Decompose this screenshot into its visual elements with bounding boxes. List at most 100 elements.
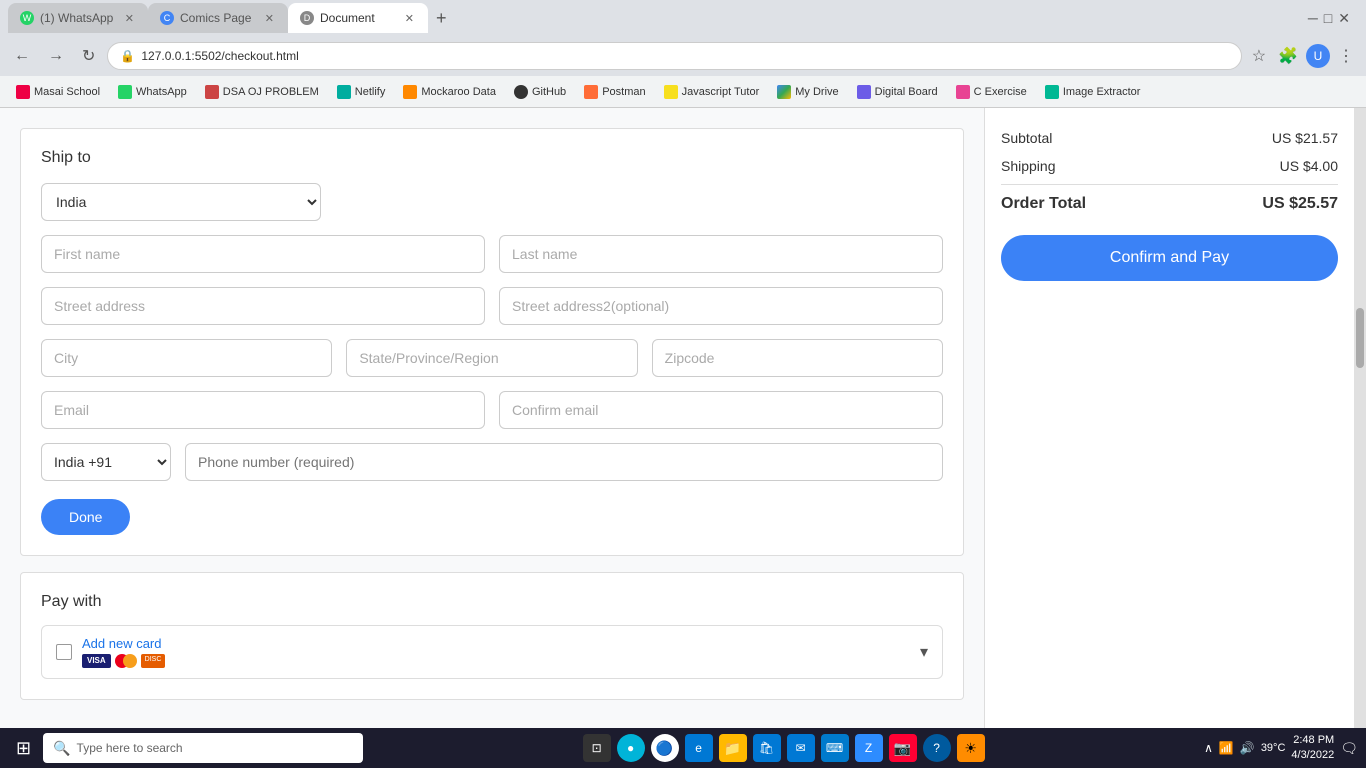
extensions-icon[interactable]: 🧩 <box>1274 42 1302 70</box>
taskbar-clock[interactable]: 2:48 PM 4/3/2022 <box>1291 733 1334 764</box>
bookmark-whatsapp-label: WhatsApp <box>136 86 187 98</box>
drive-icon <box>777 85 791 99</box>
tab-document[interactable]: D Document ✕ <box>288 3 428 33</box>
bookmark-dsa-label: DSA OJ PROBLEM <box>223 86 319 98</box>
phone-row: India +91 USA +1 <box>41 443 943 481</box>
chevron-down-icon: ▾ <box>920 642 928 662</box>
network-icon[interactable]: 📶 <box>1219 741 1234 755</box>
bookmark-netlify[interactable]: Netlify <box>329 82 394 102</box>
done-button[interactable]: Done <box>41 499 130 535</box>
taskbar-icons-area: ⊡ ● 🔵 e 📁 🛍 ✉ ⌨ Z 📷 ? <box>367 734 1200 762</box>
system-tray: ∧ 📶 🔊 39°C 2:48 PM 4/3/2022 🗨 <box>1204 733 1358 764</box>
masai-icon <box>16 85 30 99</box>
bookmark-drive-label: My Drive <box>795 86 838 98</box>
confirm-email-input[interactable] <box>499 391 943 429</box>
add-card-row[interactable]: Add new card VISA DISC ▾ <box>41 625 943 679</box>
bookmark-postman[interactable]: Postman <box>576 82 653 102</box>
tab-comics-close-icon[interactable]: ✕ <box>263 10 276 27</box>
zip-input[interactable] <box>652 339 943 377</box>
name-row <box>41 235 943 273</box>
order-total-label: Order Total <box>1001 195 1086 213</box>
forward-button[interactable]: → <box>42 43 70 69</box>
comics-favicon-icon: C <box>160 11 174 25</box>
taskbar-zoom-icon[interactable]: Z <box>855 734 883 762</box>
bookmark-star-icon[interactable]: ☆ <box>1248 42 1270 70</box>
visa-icon: VISA <box>82 654 111 668</box>
bookmark-github-label: GitHub <box>532 86 566 98</box>
taskbar-vscode-icon[interactable]: ⌨ <box>821 734 849 762</box>
maximize-icon[interactable]: □ <box>1324 10 1332 27</box>
tab-whatsapp-close-icon[interactable]: ✕ <box>123 10 136 27</box>
tab-whatsapp[interactable]: W (1) WhatsApp ✕ <box>8 3 148 33</box>
order-total-value: US $25.57 <box>1262 195 1338 213</box>
taskbar-mail-icon[interactable]: ✉ <box>787 734 815 762</box>
bookmark-imgext[interactable]: Image Extractor <box>1037 82 1149 102</box>
clock-date: 4/3/2022 <box>1291 748 1334 763</box>
sun-icon: ☀ <box>964 740 977 757</box>
add-card-checkbox[interactable] <box>56 644 72 660</box>
refresh-button[interactable]: ↻ <box>76 42 101 70</box>
start-button[interactable]: ⊞ <box>8 734 39 763</box>
taskbar-help-icon[interactable]: ? <box>923 734 951 762</box>
subtotal-row: Subtotal US $21.57 <box>1001 124 1338 152</box>
url-bar[interactable]: 🔒 127.0.0.1:5502/checkout.html <box>107 42 1241 70</box>
github-icon <box>514 85 528 99</box>
city-input[interactable] <box>41 339 332 377</box>
taskbar-search-bar[interactable]: 🔍 Type here to search <box>43 733 363 763</box>
bookmark-github[interactable]: GitHub <box>506 82 574 102</box>
taskbar-store-icon[interactable]: 🛍 <box>753 734 781 762</box>
new-tab-button[interactable]: + <box>428 4 455 33</box>
tab-comics-label: Comics Page <box>180 11 257 25</box>
order-panel: Subtotal US $21.57 Shipping US $4.00 Ord… <box>984 108 1354 728</box>
whatsapp-bm-icon <box>118 85 132 99</box>
address-bar: ← → ↻ 🔒 127.0.0.1:5502/checkout.html ☆ 🧩… <box>0 36 1366 76</box>
email-input[interactable] <box>41 391 485 429</box>
taskbar-explorer-icon[interactable]: 📁 <box>719 734 747 762</box>
state-input[interactable] <box>346 339 637 377</box>
scrollbar-thumb[interactable] <box>1356 308 1364 368</box>
taskbar-weather-icon[interactable]: ☀ <box>957 734 985 762</box>
bookmark-postman-label: Postman <box>602 86 645 98</box>
taskbar-photos-icon[interactable]: 📷 <box>889 734 917 762</box>
volume-icon[interactable]: 🔊 <box>1240 741 1255 755</box>
menu-icon[interactable]: ⋮ <box>1334 42 1358 70</box>
street2-input[interactable] <box>499 287 943 325</box>
back-button[interactable]: ← <box>8 43 36 69</box>
confirm-pay-button[interactable]: Confirm and Pay <box>1001 235 1338 281</box>
taskbar-chrome-icon[interactable]: 🔵 <box>651 734 679 762</box>
taskbar-task-view-icon[interactable]: ⊡ <box>583 734 611 762</box>
profile-icon[interactable]: U <box>1306 44 1330 68</box>
phone-input[interactable] <box>185 443 943 481</box>
bookmark-mockaroo-label: Mockaroo Data <box>421 86 496 98</box>
scrollbar[interactable] <box>1354 108 1366 728</box>
document-favicon-icon: D <box>300 11 314 25</box>
bookmark-mockaroo[interactable]: Mockaroo Data <box>395 82 504 102</box>
close-browser-icon[interactable]: ✕ <box>1338 10 1350 27</box>
bookmark-jstut[interactable]: Javascript Tutor <box>656 82 768 102</box>
bookmark-jstut-label: Javascript Tutor <box>682 86 760 98</box>
tab-comics[interactable]: C Comics Page ✕ <box>148 3 288 33</box>
bookmark-cex[interactable]: C Exercise <box>948 82 1035 102</box>
bookmark-drive[interactable]: My Drive <box>769 82 846 102</box>
taskbar-search-icon: 🔍 <box>53 740 70 757</box>
ship-to-title: Ship to <box>41 149 943 167</box>
clock-time: 2:48 PM <box>1291 733 1334 748</box>
phone-code-select[interactable]: India +91 USA +1 <box>41 443 171 481</box>
country-select[interactable]: India USA UK Canada <box>41 183 321 221</box>
minimize-icon[interactable]: ─ <box>1308 10 1318 27</box>
bookmark-whatsapp[interactable]: WhatsApp <box>110 82 195 102</box>
bookmark-masai[interactable]: Masai School <box>8 82 108 102</box>
bookmark-digital[interactable]: Digital Board <box>849 82 946 102</box>
bookmark-dsa[interactable]: DSA OJ PROBLEM <box>197 82 327 102</box>
street-input[interactable] <box>41 287 485 325</box>
taskbar-edge-icon[interactable]: e <box>685 734 713 762</box>
last-name-input[interactable] <box>499 235 943 273</box>
tab-document-close-icon[interactable]: ✕ <box>403 10 416 27</box>
notification-icon[interactable]: 🗨 <box>1340 740 1358 757</box>
title-bar: W (1) WhatsApp ✕ C Comics Page ✕ D Docum… <box>0 0 1366 36</box>
up-arrow-icon[interactable]: ∧ <box>1204 741 1213 755</box>
tab-whatsapp-label: (1) WhatsApp <box>40 11 117 25</box>
taskbar-cortana-icon[interactable]: ● <box>617 734 645 762</box>
first-name-input[interactable] <box>41 235 485 273</box>
discover-icon: DISC <box>141 654 166 668</box>
